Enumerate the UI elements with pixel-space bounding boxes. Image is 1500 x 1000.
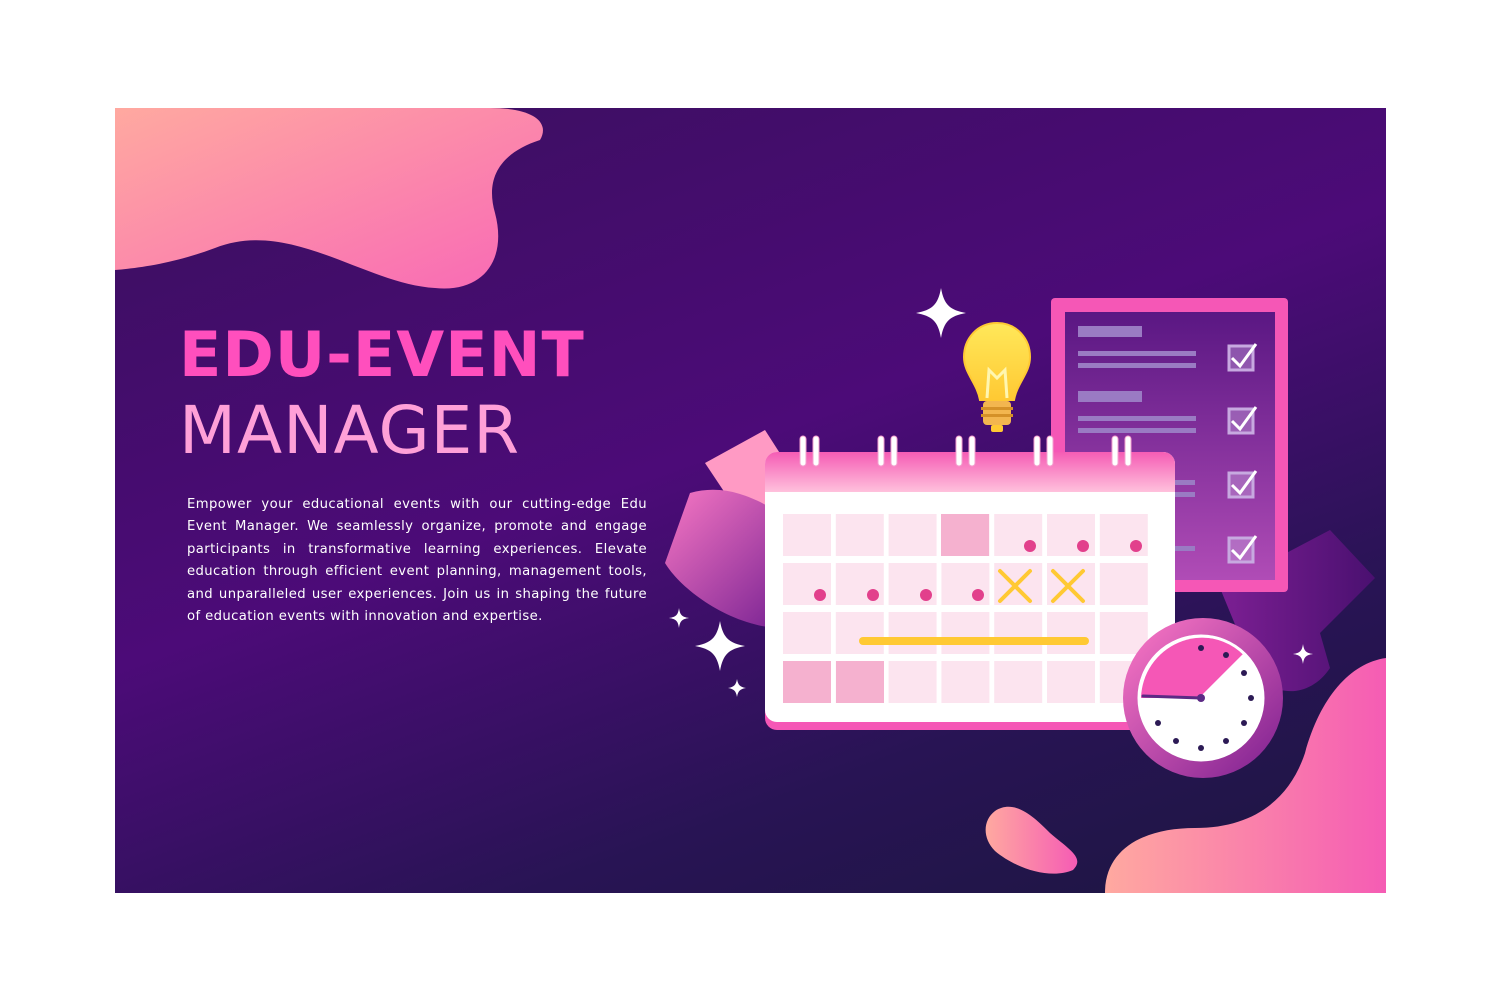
decorative-blob-top-left [115,108,543,289]
calendar-cell [888,661,937,703]
calendar-cell [941,661,990,703]
clock-icon [1123,618,1283,778]
lightbulb-icon [962,321,1032,432]
decorative-blob-small [985,806,1078,874]
page-subtitle: MANAGER [179,392,521,469]
calendar-cell [783,612,831,654]
calendar-cell [783,514,831,556]
calendar-cell [835,514,884,556]
hero-description: Empower your educational events with our… [187,497,647,625]
calendar-cell [1099,563,1148,605]
calendar-cell [1047,612,1095,654]
sparkle-icon [728,679,746,697]
calendar-cell [994,612,1043,654]
sparkle-icon [669,608,689,628]
calendar-cell [994,661,1043,703]
calendar-cell [1047,661,1095,703]
calendar-cell [1047,514,1095,556]
page-title: EDU-EVENT [179,318,585,391]
calendar-cell [888,612,937,654]
calendar-icon [765,435,1175,730]
sparkle-icon [916,288,966,338]
calendar-cell [1099,612,1148,654]
sparkle-icon [695,621,745,671]
calendar-cell [888,514,937,556]
calendar-cell [835,612,884,654]
hero-banner: EDU-EVENT MANAGER Empower your education… [115,108,1386,893]
calendar-cell [994,514,1043,556]
calendar-cell [941,612,990,654]
